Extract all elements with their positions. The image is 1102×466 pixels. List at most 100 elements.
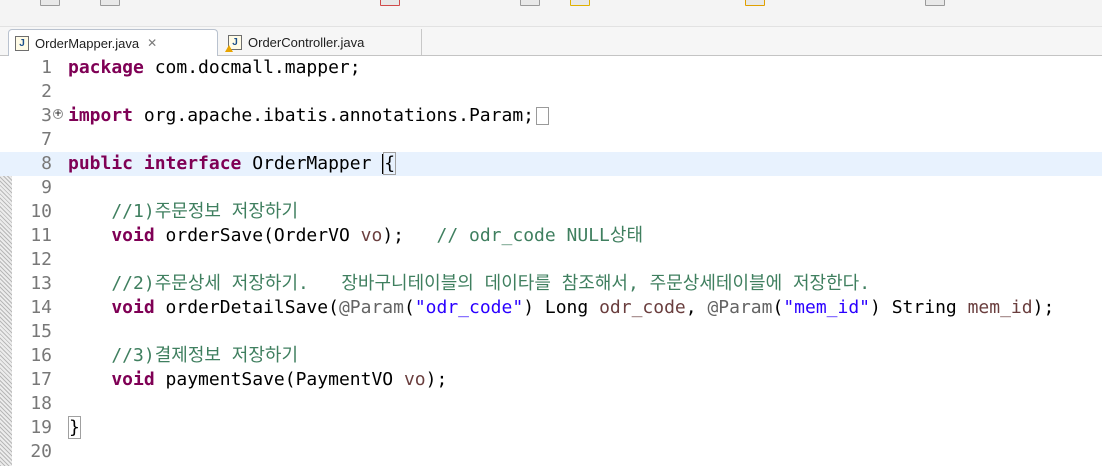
code-text: //1)주문정보 저장하기 xyxy=(68,200,298,224)
code-token: String xyxy=(891,297,968,318)
java-file-icon: J xyxy=(15,35,29,51)
code-token: com.docmall.mapper; xyxy=(154,57,361,78)
code-token: package xyxy=(68,57,155,78)
line-number: 18 xyxy=(30,393,52,414)
code-text: import org.apache.ibatis.annotations.Par… xyxy=(68,104,549,128)
line-number: 8 xyxy=(41,153,52,174)
code-line[interactable]: 19} xyxy=(0,416,1102,440)
code-line[interactable]: 8 public interface OrderMapper { xyxy=(0,152,1102,176)
line-number: 19 xyxy=(30,417,52,438)
line-number: 7 xyxy=(41,129,52,150)
code-text: void orderDetailSave(@Param("odr_code") … xyxy=(68,296,1054,320)
toolbar-icon[interactable] xyxy=(745,0,765,6)
code-token: org.apache.ibatis.annotations.Param; xyxy=(143,105,534,126)
code-token: mem_id xyxy=(967,297,1033,318)
code-text: void orderSave(OrderVO vo); // odr_code … xyxy=(68,224,643,248)
code-line[interactable]: 3 + import org.apache.ibatis.annotations.P… xyxy=(0,104,1102,128)
code-line[interactable]: 15 xyxy=(0,320,1102,344)
line-number: 17 xyxy=(30,369,52,390)
toolbar-icon[interactable] xyxy=(925,0,945,6)
code-token: //2)주문상세 저장하기. 장바구니테이블의 데이타를 참조해서, 주문상세테… xyxy=(68,273,871,294)
close-icon[interactable]: ✕ xyxy=(147,36,157,50)
code-token: } xyxy=(68,416,81,439)
code-token: //3)결제정보 저장하기 xyxy=(68,345,299,366)
code-text: package com.docmall.mapper; xyxy=(68,56,361,80)
code-token: public xyxy=(68,153,144,174)
code-token: ) xyxy=(870,297,892,318)
toolbar-icon[interactable] xyxy=(520,0,540,6)
line-number: 20 xyxy=(30,441,52,462)
code-token: paymentSave(PaymentVO xyxy=(165,369,404,390)
tab-label: OrderMapper.java xyxy=(35,35,140,51)
code-token: void xyxy=(68,297,166,318)
code-token: { xyxy=(383,152,397,175)
fold-expand-icon[interactable]: + xyxy=(53,109,63,119)
code-token: "odr_code" xyxy=(414,297,524,318)
code-token: ( xyxy=(403,297,415,318)
code-line[interactable]: 1 package com.docmall.mapper; xyxy=(0,56,1102,80)
code-text: } xyxy=(68,416,81,440)
code-token: // odr_code NULL상태 xyxy=(414,225,644,246)
toolbar-icon[interactable] xyxy=(380,0,400,6)
code-token: ); xyxy=(425,369,448,390)
code-line[interactable]: 9 xyxy=(0,176,1102,200)
line-number: 2 xyxy=(41,81,52,102)
code-text: void paymentSave(PaymentVO vo); xyxy=(68,368,447,392)
line-number: 13 xyxy=(30,273,52,294)
code-token: OrderMapper xyxy=(252,153,383,174)
code-token: orderDetailSave( xyxy=(165,297,339,318)
code-token: "mem_id" xyxy=(783,297,871,318)
folded-imports-box[interactable] xyxy=(536,107,549,125)
line-number: 15 xyxy=(30,321,52,342)
code-text: //2)주문상세 저장하기. 장바구니테이블의 데이타를 참조해서, 주문상세테… xyxy=(68,272,870,296)
code-line[interactable]: 13 //2)주문상세 저장하기. 장바구니테이블의 데이타를 참조해서, 주문… xyxy=(0,272,1102,296)
code-line[interactable]: 7 xyxy=(0,128,1102,152)
code-line[interactable]: 2 xyxy=(0,80,1102,104)
code-text: public interface OrderMapper { xyxy=(68,152,397,176)
line-number: 10 xyxy=(30,201,52,222)
code-token: void xyxy=(68,225,166,246)
code-token: @Param xyxy=(338,297,404,318)
code-token: vo xyxy=(403,369,426,390)
code-token: ); xyxy=(1032,297,1055,318)
toolbar-icon[interactable] xyxy=(570,0,590,6)
code-line[interactable]: 12 xyxy=(0,248,1102,272)
line-number: 1 xyxy=(41,57,52,78)
code-token: @Param xyxy=(707,297,773,318)
line-number: 16 xyxy=(30,345,52,366)
line-number: 11 xyxy=(30,225,52,246)
code-token: orderSave(OrderVO xyxy=(165,225,361,246)
line-number: 3 xyxy=(41,105,52,126)
code-line[interactable]: 11 void orderSave(OrderVO vo); // odr_co… xyxy=(0,224,1102,248)
code-text: //3)결제정보 저장하기 xyxy=(68,344,298,368)
code-line[interactable]: 10 //1)주문정보 저장하기 xyxy=(0,200,1102,224)
code-token: ) xyxy=(523,297,545,318)
code-token: vo xyxy=(360,225,383,246)
java-file-warning-icon: J xyxy=(225,34,242,52)
code-line[interactable]: 14 void orderDetailSave(@Param("odr_code… xyxy=(0,296,1102,320)
warning-icon xyxy=(225,44,233,52)
code-token: ); xyxy=(382,225,415,246)
toolbar-icon[interactable] xyxy=(100,0,120,6)
code-line[interactable]: 17 void paymentSave(PaymentVO vo); xyxy=(0,368,1102,392)
code-token: interface xyxy=(143,153,253,174)
tab-ordermapper[interactable]: J OrderMapper.java ✕ xyxy=(8,29,218,56)
code-token: , xyxy=(685,297,708,318)
toolbar xyxy=(0,0,1102,27)
code-token: Long xyxy=(544,297,600,318)
code-token: odr_code xyxy=(599,297,686,318)
editor-tab-bar: J OrderMapper.java ✕ J OrderController.j… xyxy=(0,27,1102,56)
code-token: import xyxy=(68,105,144,126)
code-line[interactable]: 20 xyxy=(0,440,1102,464)
code-line[interactable]: 18 xyxy=(0,392,1102,416)
toolbar-icon[interactable] xyxy=(40,0,60,6)
code-token: ( xyxy=(772,297,784,318)
code-editor[interactable]: 1 package com.docmall.mapper; 2 3 + import or… xyxy=(0,56,1102,466)
code-token: void xyxy=(68,369,166,390)
line-number: 12 xyxy=(30,249,52,270)
tab-ordercontroller[interactable]: J OrderController.java xyxy=(222,29,422,55)
tab-label: OrderController.java xyxy=(248,34,365,50)
line-number: 14 xyxy=(30,297,52,318)
code-line[interactable]: 16 //3)결제정보 저장하기 xyxy=(0,344,1102,368)
line-number: 9 xyxy=(41,177,52,198)
